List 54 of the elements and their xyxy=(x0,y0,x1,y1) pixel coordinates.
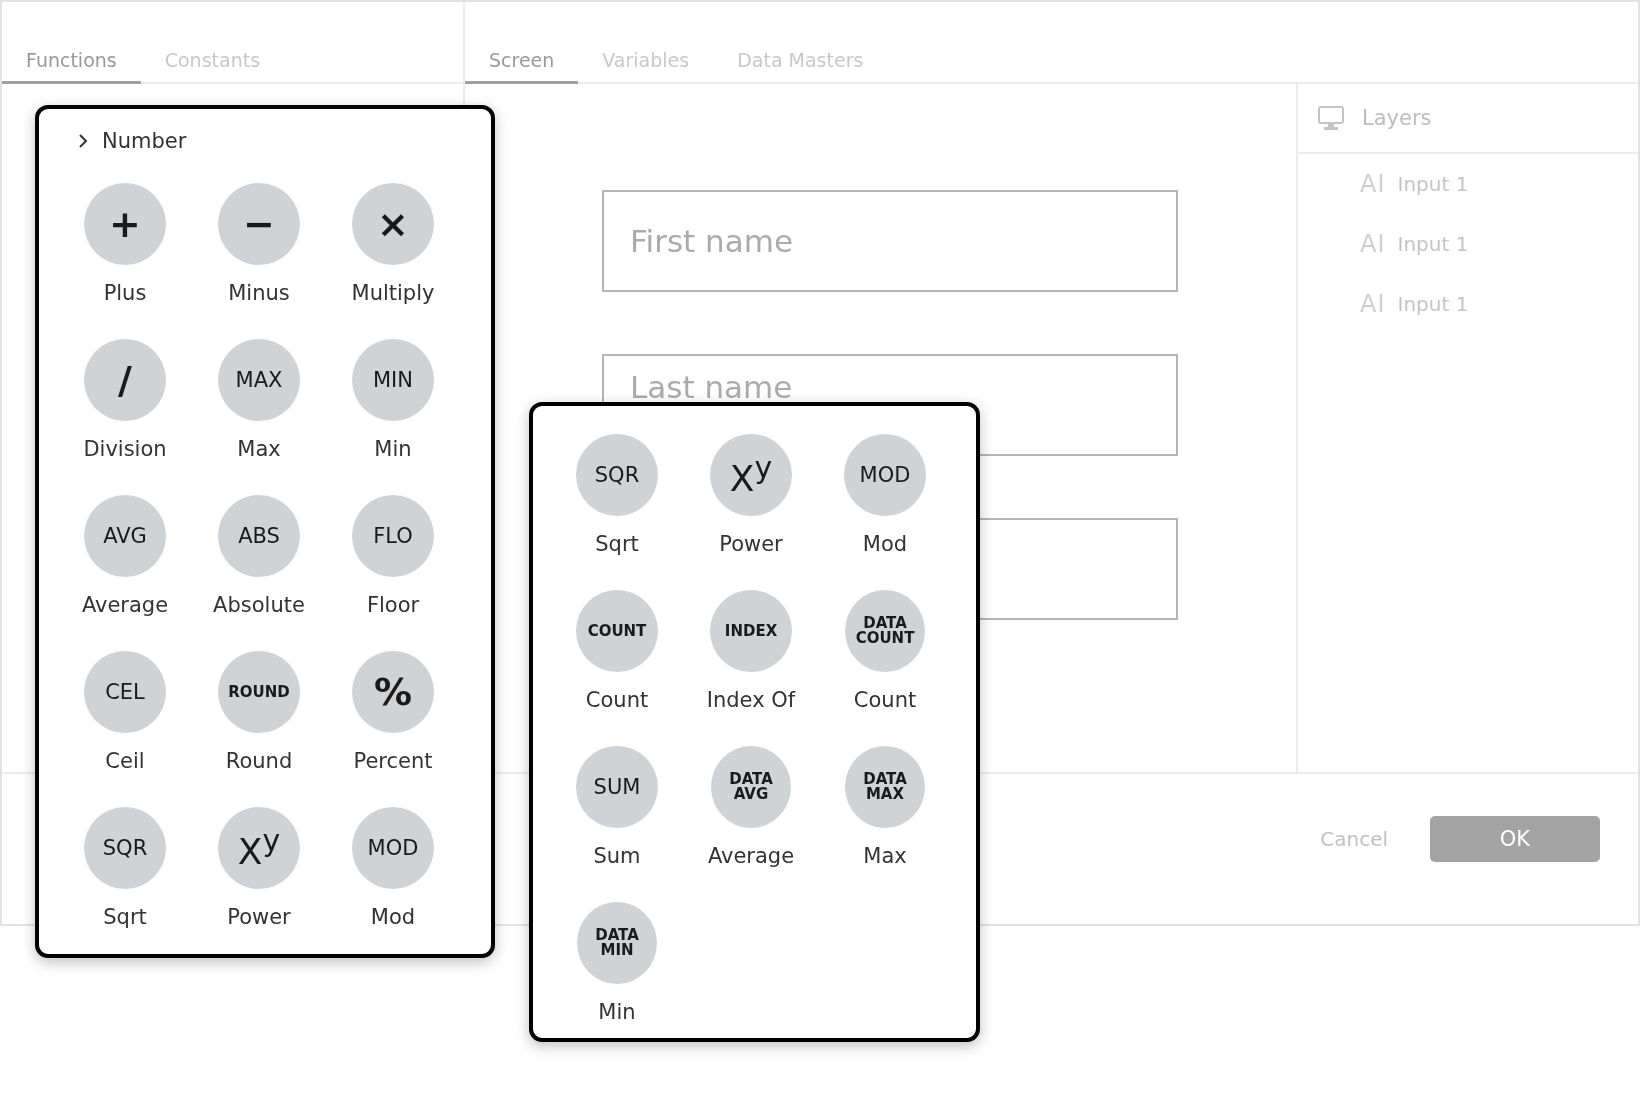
function-button[interactable]: SQR xyxy=(84,807,166,889)
function-button[interactable]: CEL xyxy=(84,651,166,733)
function-label: Max xyxy=(863,844,907,868)
function-button[interactable]: AVG xyxy=(84,495,166,577)
function-label: Count xyxy=(853,688,917,712)
function-button[interactable]: X$^{y}$ xyxy=(218,807,300,889)
function-label: Percent xyxy=(353,749,433,773)
function-label: Sum xyxy=(593,844,641,868)
function-button[interactable]: X$^{y}$ xyxy=(710,434,792,516)
function-label: Min xyxy=(598,1000,636,1024)
monitor-icon xyxy=(1318,106,1344,130)
function-button[interactable]: COUNT xyxy=(576,590,658,672)
function-button[interactable]: ROUND xyxy=(218,651,300,733)
function-label: Minus xyxy=(228,281,290,305)
function-button[interactable]: FLO xyxy=(352,495,434,577)
function-label: Absolute xyxy=(213,593,305,617)
function-label: Min xyxy=(374,437,412,461)
function-button[interactable]: DATA MAX xyxy=(845,746,925,828)
function-label: Index Of xyxy=(706,688,796,712)
function-label: Floor xyxy=(366,593,420,617)
function-button[interactable]: MAX xyxy=(218,339,300,421)
function-button[interactable]: / xyxy=(84,339,166,421)
function-label: Mod xyxy=(370,905,416,929)
function-label: Plus xyxy=(103,281,147,305)
function-label: Sqrt xyxy=(103,905,147,929)
category-label[interactable]: Number xyxy=(102,129,187,153)
function-label: Division xyxy=(83,437,167,461)
function-label: Sqrt xyxy=(595,532,639,556)
function-button[interactable]: MOD xyxy=(844,434,926,516)
function-button[interactable]: % xyxy=(352,651,434,733)
function-button[interactable]: DATA AVG xyxy=(711,746,791,828)
function-label: Ceil xyxy=(105,749,145,773)
function-button[interactable]: INDEX xyxy=(710,590,792,672)
function-button[interactable]: MIN xyxy=(352,339,434,421)
function-button[interactable]: DATA MIN xyxy=(577,902,657,984)
function-label: Max xyxy=(237,437,281,461)
function-button[interactable]: ABS xyxy=(218,495,300,577)
function-button[interactable]: DATA COUNT xyxy=(845,590,925,672)
function-label: Power xyxy=(227,905,291,929)
function-label: Round xyxy=(225,749,293,773)
function-button[interactable]: × xyxy=(352,183,434,265)
panel-title: Layers xyxy=(1362,106,1432,130)
function-label: Average xyxy=(81,593,169,617)
function-button[interactable]: SQR xyxy=(576,434,658,516)
function-label: Average xyxy=(707,844,795,868)
function-label: Multiply xyxy=(351,281,435,305)
function-label: Power xyxy=(719,532,783,556)
function-button[interactable]: MOD xyxy=(352,807,434,889)
function-button[interactable]: + xyxy=(84,183,166,265)
function-button[interactable]: SUM xyxy=(576,746,658,828)
function-label: Count xyxy=(585,688,649,712)
function-button[interactable]: − xyxy=(218,183,300,265)
function-label: Mod xyxy=(862,532,908,556)
chevron-icon[interactable] xyxy=(78,133,88,149)
